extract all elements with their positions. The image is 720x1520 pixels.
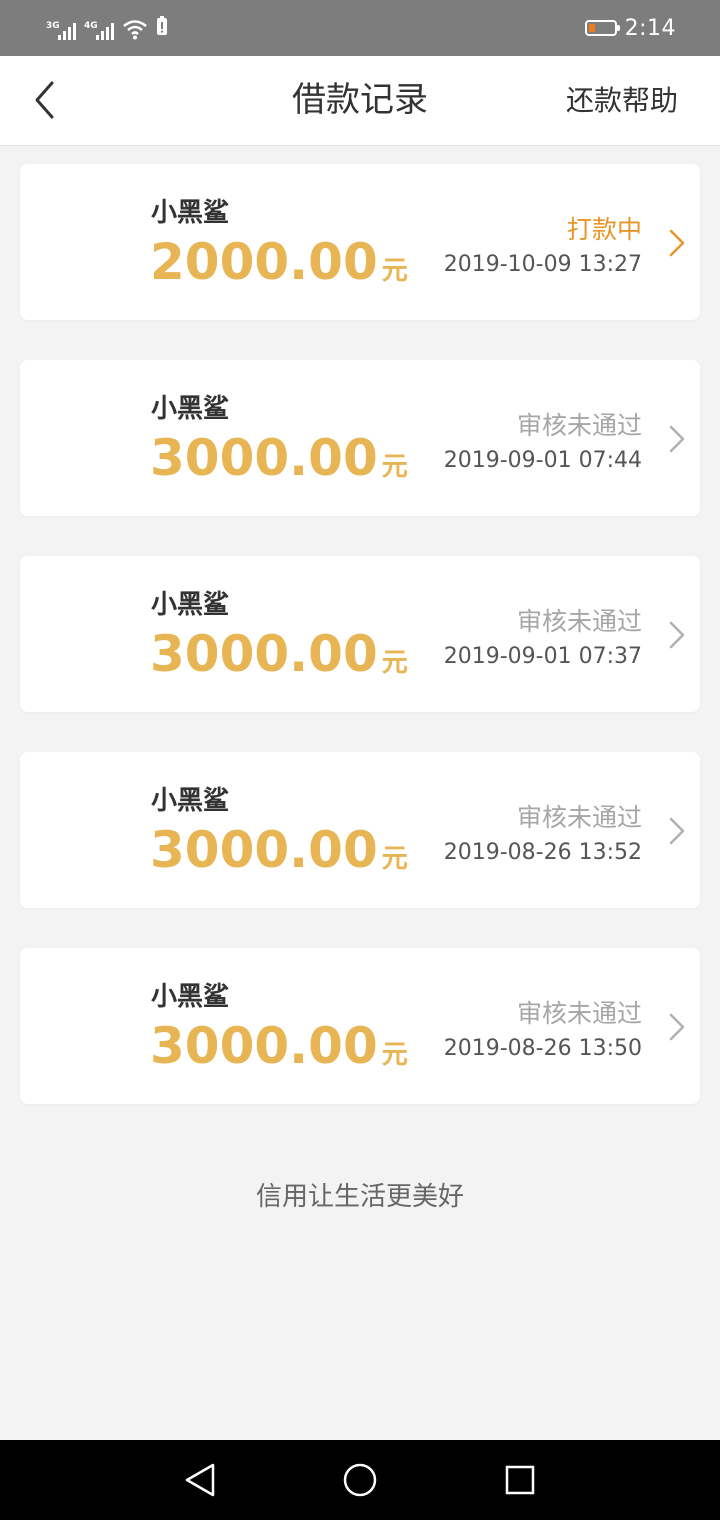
- chevron-right-icon: [669, 229, 685, 257]
- footer-slogan: 信用让生活更美好: [255, 1182, 464, 1212]
- status-left-group: 3G 4G: [46, 14, 168, 40]
- amount-value: 3000.00: [150, 429, 378, 487]
- record-datetime: 2019-09-01 07:37: [443, 644, 642, 669]
- loan-record-card[interactable]: 小黑鲨 2000.00 元 打款中 2019-10-09 13:27: [20, 164, 700, 320]
- battery-icon: [584, 20, 620, 36]
- loan-record-card[interactable]: 小黑鲨 3000.00 元 审核未通过 2019-09-01 07:37: [20, 556, 700, 712]
- triangle-back-icon: [185, 1463, 215, 1497]
- loan-amount: 3000.00 元: [150, 822, 408, 878]
- lender-name: 小黑鲨: [151, 590, 230, 620]
- lender-name: 小黑鲨: [151, 198, 230, 228]
- status-badge: 打款中: [566, 215, 642, 244]
- signal-icon: 3G: [46, 21, 76, 40]
- record-datetime: 2019-08-26 13:50: [443, 1036, 642, 1061]
- loan-record-card[interactable]: 小黑鲨 3000.00 元 审核未通过 2019-08-26 13:50: [20, 948, 700, 1104]
- lender-name: 小黑鲨: [151, 786, 230, 816]
- chevron-right-icon: [669, 817, 685, 845]
- amount-unit: 元: [381, 1040, 408, 1070]
- chevron-right-icon: [669, 425, 685, 453]
- status-badge: 审核未通过: [516, 999, 642, 1028]
- lender-name: 小黑鲨: [151, 394, 230, 424]
- record-datetime: 2019-09-01 07:44: [443, 448, 642, 473]
- signal-tag: 4G: [84, 21, 98, 31]
- status-right-group: 2:14: [584, 0, 676, 56]
- amount-unit: 元: [381, 844, 408, 874]
- status-badge: 审核未通过: [516, 803, 642, 832]
- signal-icon: 4G: [84, 21, 114, 40]
- loan-amount: 2000.00 元: [150, 234, 408, 290]
- amount-value: 3000.00: [150, 1017, 378, 1075]
- amount-value: 3000.00: [150, 821, 378, 879]
- chevron-right-icon: [669, 621, 685, 649]
- system-nav-bar: [0, 1440, 720, 1520]
- record-datetime: 2019-10-09 13:27: [443, 252, 642, 277]
- nav-home-button[interactable]: [340, 1460, 380, 1500]
- alert-battery-icon: [156, 16, 168, 40]
- app-header: 借款记录 还款帮助: [0, 56, 720, 146]
- status-badge: 审核未通过: [516, 607, 642, 636]
- amount-value: 3000.00: [150, 625, 378, 683]
- record-datetime: 2019-08-26 13:52: [443, 840, 642, 865]
- loan-amount: 3000.00 元: [150, 1018, 408, 1074]
- loan-amount: 3000.00 元: [150, 430, 408, 486]
- signal-tag: 3G: [46, 21, 60, 31]
- square-recents-icon: [505, 1465, 535, 1495]
- amount-unit: 元: [381, 256, 408, 286]
- nav-back-button[interactable]: [180, 1460, 220, 1500]
- status-bar: 3G 4G 2:14: [0, 0, 720, 56]
- wifi-icon: [122, 18, 148, 40]
- loan-record-list: 小黑鲨 2000.00 元 打款中 2019-10-09 13:27 小黑鲨 3…: [20, 164, 700, 1144]
- amount-unit: 元: [381, 452, 408, 482]
- chevron-right-icon: [669, 1013, 685, 1041]
- repayment-help-link[interactable]: 还款帮助: [566, 56, 678, 145]
- circle-home-icon: [343, 1463, 377, 1497]
- status-time: 2:14: [624, 15, 676, 41]
- status-badge: 审核未通过: [516, 411, 642, 440]
- amount-value: 2000.00: [150, 233, 378, 291]
- loan-record-card[interactable]: 小黑鲨 3000.00 元 审核未通过 2019-09-01 07:44: [20, 360, 700, 516]
- nav-recents-button[interactable]: [500, 1460, 540, 1500]
- loan-record-card[interactable]: 小黑鲨 3000.00 元 审核未通过 2019-08-26 13:52: [20, 752, 700, 908]
- loan-amount: 3000.00 元: [150, 626, 408, 682]
- lender-name: 小黑鲨: [151, 982, 230, 1012]
- amount-unit: 元: [381, 648, 408, 678]
